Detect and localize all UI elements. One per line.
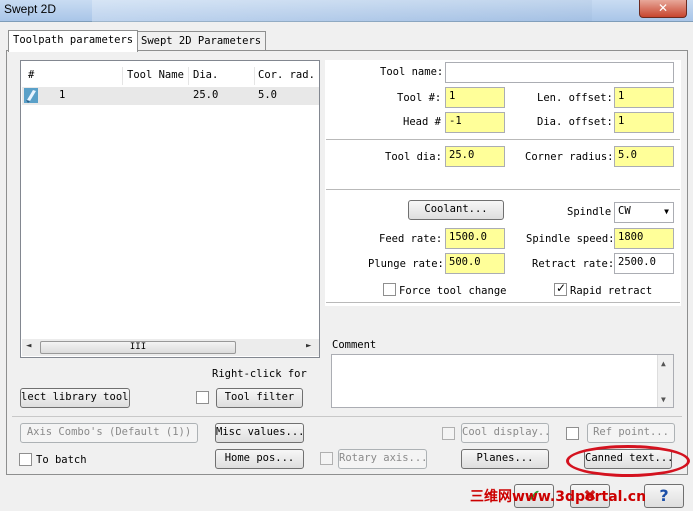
tool-number-field[interactable]: 1 xyxy=(445,87,505,108)
rotary-axis-checkbox[interactable] xyxy=(320,452,333,465)
tool-number-label: Tool #: xyxy=(397,92,442,104)
tool-filter-checkbox[interactable] xyxy=(196,391,209,404)
scroll-right-icon[interactable]: ► xyxy=(306,341,311,351)
corner-radius-field[interactable]: 5.0 xyxy=(614,146,674,167)
tool-name-field[interactable] xyxy=(445,62,674,83)
help-question-icon[interactable]: ? xyxy=(644,484,684,508)
tool-dia-cell: 25.0 xyxy=(193,89,219,101)
tab-toolpath-parameters[interactable]: Toolpath parameters xyxy=(8,30,139,52)
tool-display-button[interactable]: Cool display... xyxy=(461,423,549,443)
dia-offset-label: Dia. offset: xyxy=(537,116,613,128)
scroll-left-icon[interactable]: ◄ xyxy=(26,341,31,351)
title-bar-shade xyxy=(92,0,592,22)
retract-rate-label: Retract rate: xyxy=(532,258,615,270)
chevron-down-icon[interactable]: ▼ xyxy=(664,207,669,216)
retract-rate-field[interactable]: 2500.0 xyxy=(614,253,674,274)
spindle-dropdown[interactable]: CW ▼ xyxy=(614,202,674,223)
to-batch-label: To batch xyxy=(36,454,87,466)
corner-radius-label: Corner radius: xyxy=(525,151,614,163)
divider xyxy=(12,416,682,417)
spindle-label: Spindle xyxy=(567,206,612,218)
comment-textarea[interactable]: ▲ ▼ xyxy=(331,354,674,408)
ref-point-button[interactable]: Ref point... xyxy=(587,423,675,443)
home-pos-button[interactable]: Home pos... xyxy=(215,449,304,469)
horizontal-scrollbar[interactable]: ◄ III ► xyxy=(22,339,319,356)
close-icon[interactable]: ✕ xyxy=(639,0,687,18)
vertical-scrollbar[interactable]: ▲ ▼ xyxy=(657,355,673,407)
force-tool-change-checkbox[interactable] xyxy=(383,283,396,296)
force-tool-change-label: Force tool change xyxy=(399,285,507,297)
tool-list[interactable]: # Tool Name Dia. Cor. rad. 1 25.0 5.0 ◄ … xyxy=(20,60,320,358)
column-separator xyxy=(122,67,123,85)
scroll-up-icon[interactable]: ▲ xyxy=(661,359,666,368)
column-separator xyxy=(254,67,255,85)
annotation-ellipse xyxy=(566,445,690,477)
rapid-retract-label: Rapid retract xyxy=(570,285,653,297)
head-number-field[interactable]: -1 xyxy=(445,112,505,133)
len-offset-label: Len. offset: xyxy=(537,92,613,104)
plunge-rate-field[interactable]: 500.0 xyxy=(445,253,505,274)
feed-rate-label: Feed rate: xyxy=(379,233,443,245)
tool-number-cell: 1 xyxy=(59,89,66,101)
tab-label: Toolpath parameters xyxy=(13,34,134,46)
endmill-tool-icon xyxy=(24,88,38,106)
table-row[interactable]: 1 25.0 5.0 xyxy=(22,87,319,105)
head-number-label: Head # xyxy=(403,116,441,128)
len-offset-field[interactable]: 1 xyxy=(614,87,674,108)
dia-offset-field[interactable]: 1 xyxy=(614,112,674,133)
column-header-dia[interactable]: Dia. xyxy=(193,69,218,81)
axis-combo-button[interactable]: Axis Combo's (Default (1)) xyxy=(20,423,198,443)
column-separator xyxy=(188,67,189,85)
spindle-speed-label: Spindle speed: xyxy=(526,233,615,245)
coolant-button[interactable]: Coolant... xyxy=(408,200,504,220)
feed-rate-field[interactable]: 1500.0 xyxy=(445,228,505,249)
divider xyxy=(326,139,680,140)
spindle-value: CW xyxy=(618,205,631,217)
column-header-number[interactable]: # xyxy=(28,69,34,81)
window-title: Swept 2D xyxy=(4,2,57,16)
tab-label: Swept 2D Parameters xyxy=(141,35,262,47)
divider xyxy=(326,302,680,303)
spindle-speed-field[interactable]: 1800 xyxy=(614,228,674,249)
misc-values-button[interactable]: Misc values... xyxy=(215,423,304,443)
tab-swept-2d-parameters[interactable]: Swept 2D Parameters xyxy=(136,31,267,51)
right-click-hint: Right-click for xyxy=(212,368,307,380)
scroll-down-icon[interactable]: ▼ xyxy=(661,395,666,404)
column-header-cor-rad[interactable]: Cor. rad. xyxy=(258,69,315,81)
tool-filter-button[interactable]: Tool filter xyxy=(216,388,303,408)
divider xyxy=(326,189,680,190)
planes-button[interactable]: Planes... xyxy=(461,449,549,469)
to-batch-checkbox[interactable] xyxy=(19,453,32,466)
watermark: 三维网www.3dportal.cn xyxy=(470,489,647,505)
rotary-axis-button[interactable]: Rotary axis... xyxy=(338,449,427,469)
plunge-rate-label: Plunge rate: xyxy=(368,258,444,270)
scroll-thumb[interactable]: III xyxy=(40,341,236,354)
tool-dia-label: Tool dia: xyxy=(385,151,442,163)
column-header-tool-name[interactable]: Tool Name xyxy=(127,69,184,81)
select-library-tool-button[interactable]: lect library tool. xyxy=(20,388,130,408)
tool-cor-rad-cell: 5.0 xyxy=(258,89,277,101)
comment-label: Comment xyxy=(332,339,377,351)
tool-display-checkbox[interactable] xyxy=(442,427,455,440)
tool-dia-field[interactable]: 25.0 xyxy=(445,146,505,167)
rapid-retract-checkbox[interactable]: ✓ xyxy=(554,281,567,296)
checkmark-icon: ✓ xyxy=(556,281,567,295)
tool-name-label: Tool name: xyxy=(380,66,444,78)
title-bar: Swept 2D ✕ xyxy=(0,0,693,22)
ref-point-checkbox[interactable] xyxy=(566,427,579,440)
